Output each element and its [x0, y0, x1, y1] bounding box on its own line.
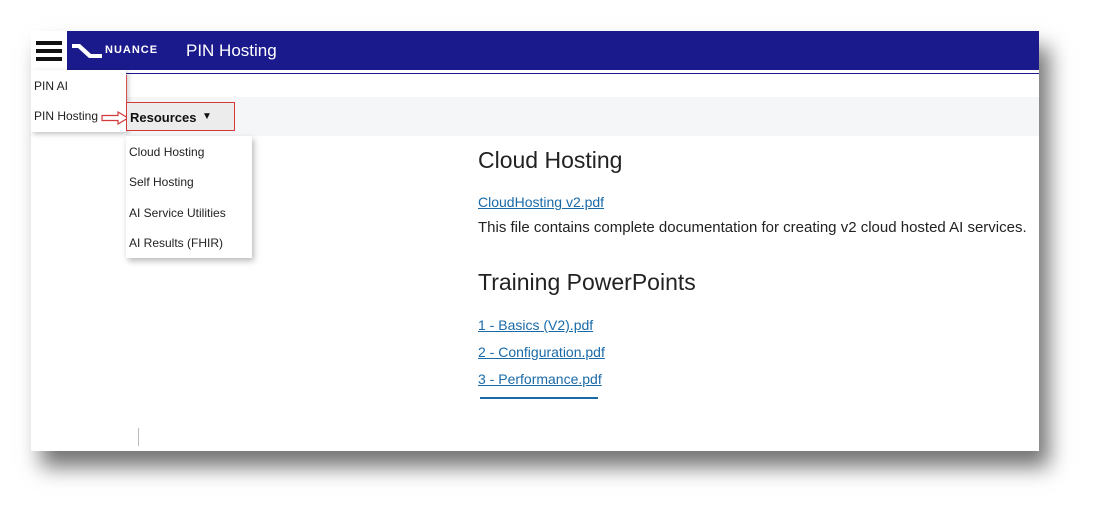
- resources-dropdown: Cloud Hosting Self Hosting AI Service Ut…: [126, 136, 252, 258]
- side-menu-item-pin-ai[interactable]: PIN AI: [34, 79, 68, 93]
- hamburger-menu-icon[interactable]: [31, 31, 67, 70]
- resources-label: Resources: [130, 110, 197, 125]
- cloud-hosting-description: This file contains complete documentatio…: [478, 219, 1027, 236]
- cloud-hosting-heading: Cloud Hosting: [478, 147, 623, 173]
- dropdown-item-ai-service-utilities[interactable]: AI Service Utilities: [129, 206, 226, 220]
- resources-menu-button[interactable]: Resources ▼: [126, 102, 235, 131]
- training-link-performance[interactable]: 3 - Performance.pdf: [478, 371, 602, 387]
- outline-arrow-right-icon: [101, 111, 129, 125]
- app-window: NUANCE PIN Hosting PIN AI PIN Hosting Re…: [31, 31, 1039, 451]
- dropdown-item-ai-results-fhir[interactable]: AI Results (FHIR): [129, 236, 223, 250]
- nuance-logo: NUANCE: [71, 40, 165, 62]
- side-menu-item-pin-hosting[interactable]: PIN Hosting: [34, 109, 98, 123]
- cloudhosting-pdf-link[interactable]: CloudHosting v2.pdf: [478, 194, 604, 210]
- top-nav-bar: NUANCE PIN Hosting: [31, 31, 1039, 70]
- text-cursor: [138, 428, 139, 446]
- logo-text: NUANCE: [105, 44, 159, 56]
- training-heading: Training PowerPoints: [478, 269, 696, 295]
- training-link-configuration[interactable]: 2 - Configuration.pdf: [478, 344, 605, 360]
- page-title: PIN Hosting: [186, 41, 277, 60]
- caret-down-icon: ▼: [202, 111, 212, 122]
- nuance-logo-icon: [72, 44, 102, 58]
- training-link-basics[interactable]: 1 - Basics (V2).pdf: [478, 317, 593, 333]
- header-divider: [126, 73, 1039, 74]
- resources-bar: [126, 97, 1039, 136]
- dropdown-item-self-hosting[interactable]: Self Hosting: [129, 175, 194, 189]
- dropdown-item-cloud-hosting[interactable]: Cloud Hosting: [129, 145, 204, 159]
- annotation-line: [126, 75, 127, 103]
- partial-link-underline: [480, 397, 598, 399]
